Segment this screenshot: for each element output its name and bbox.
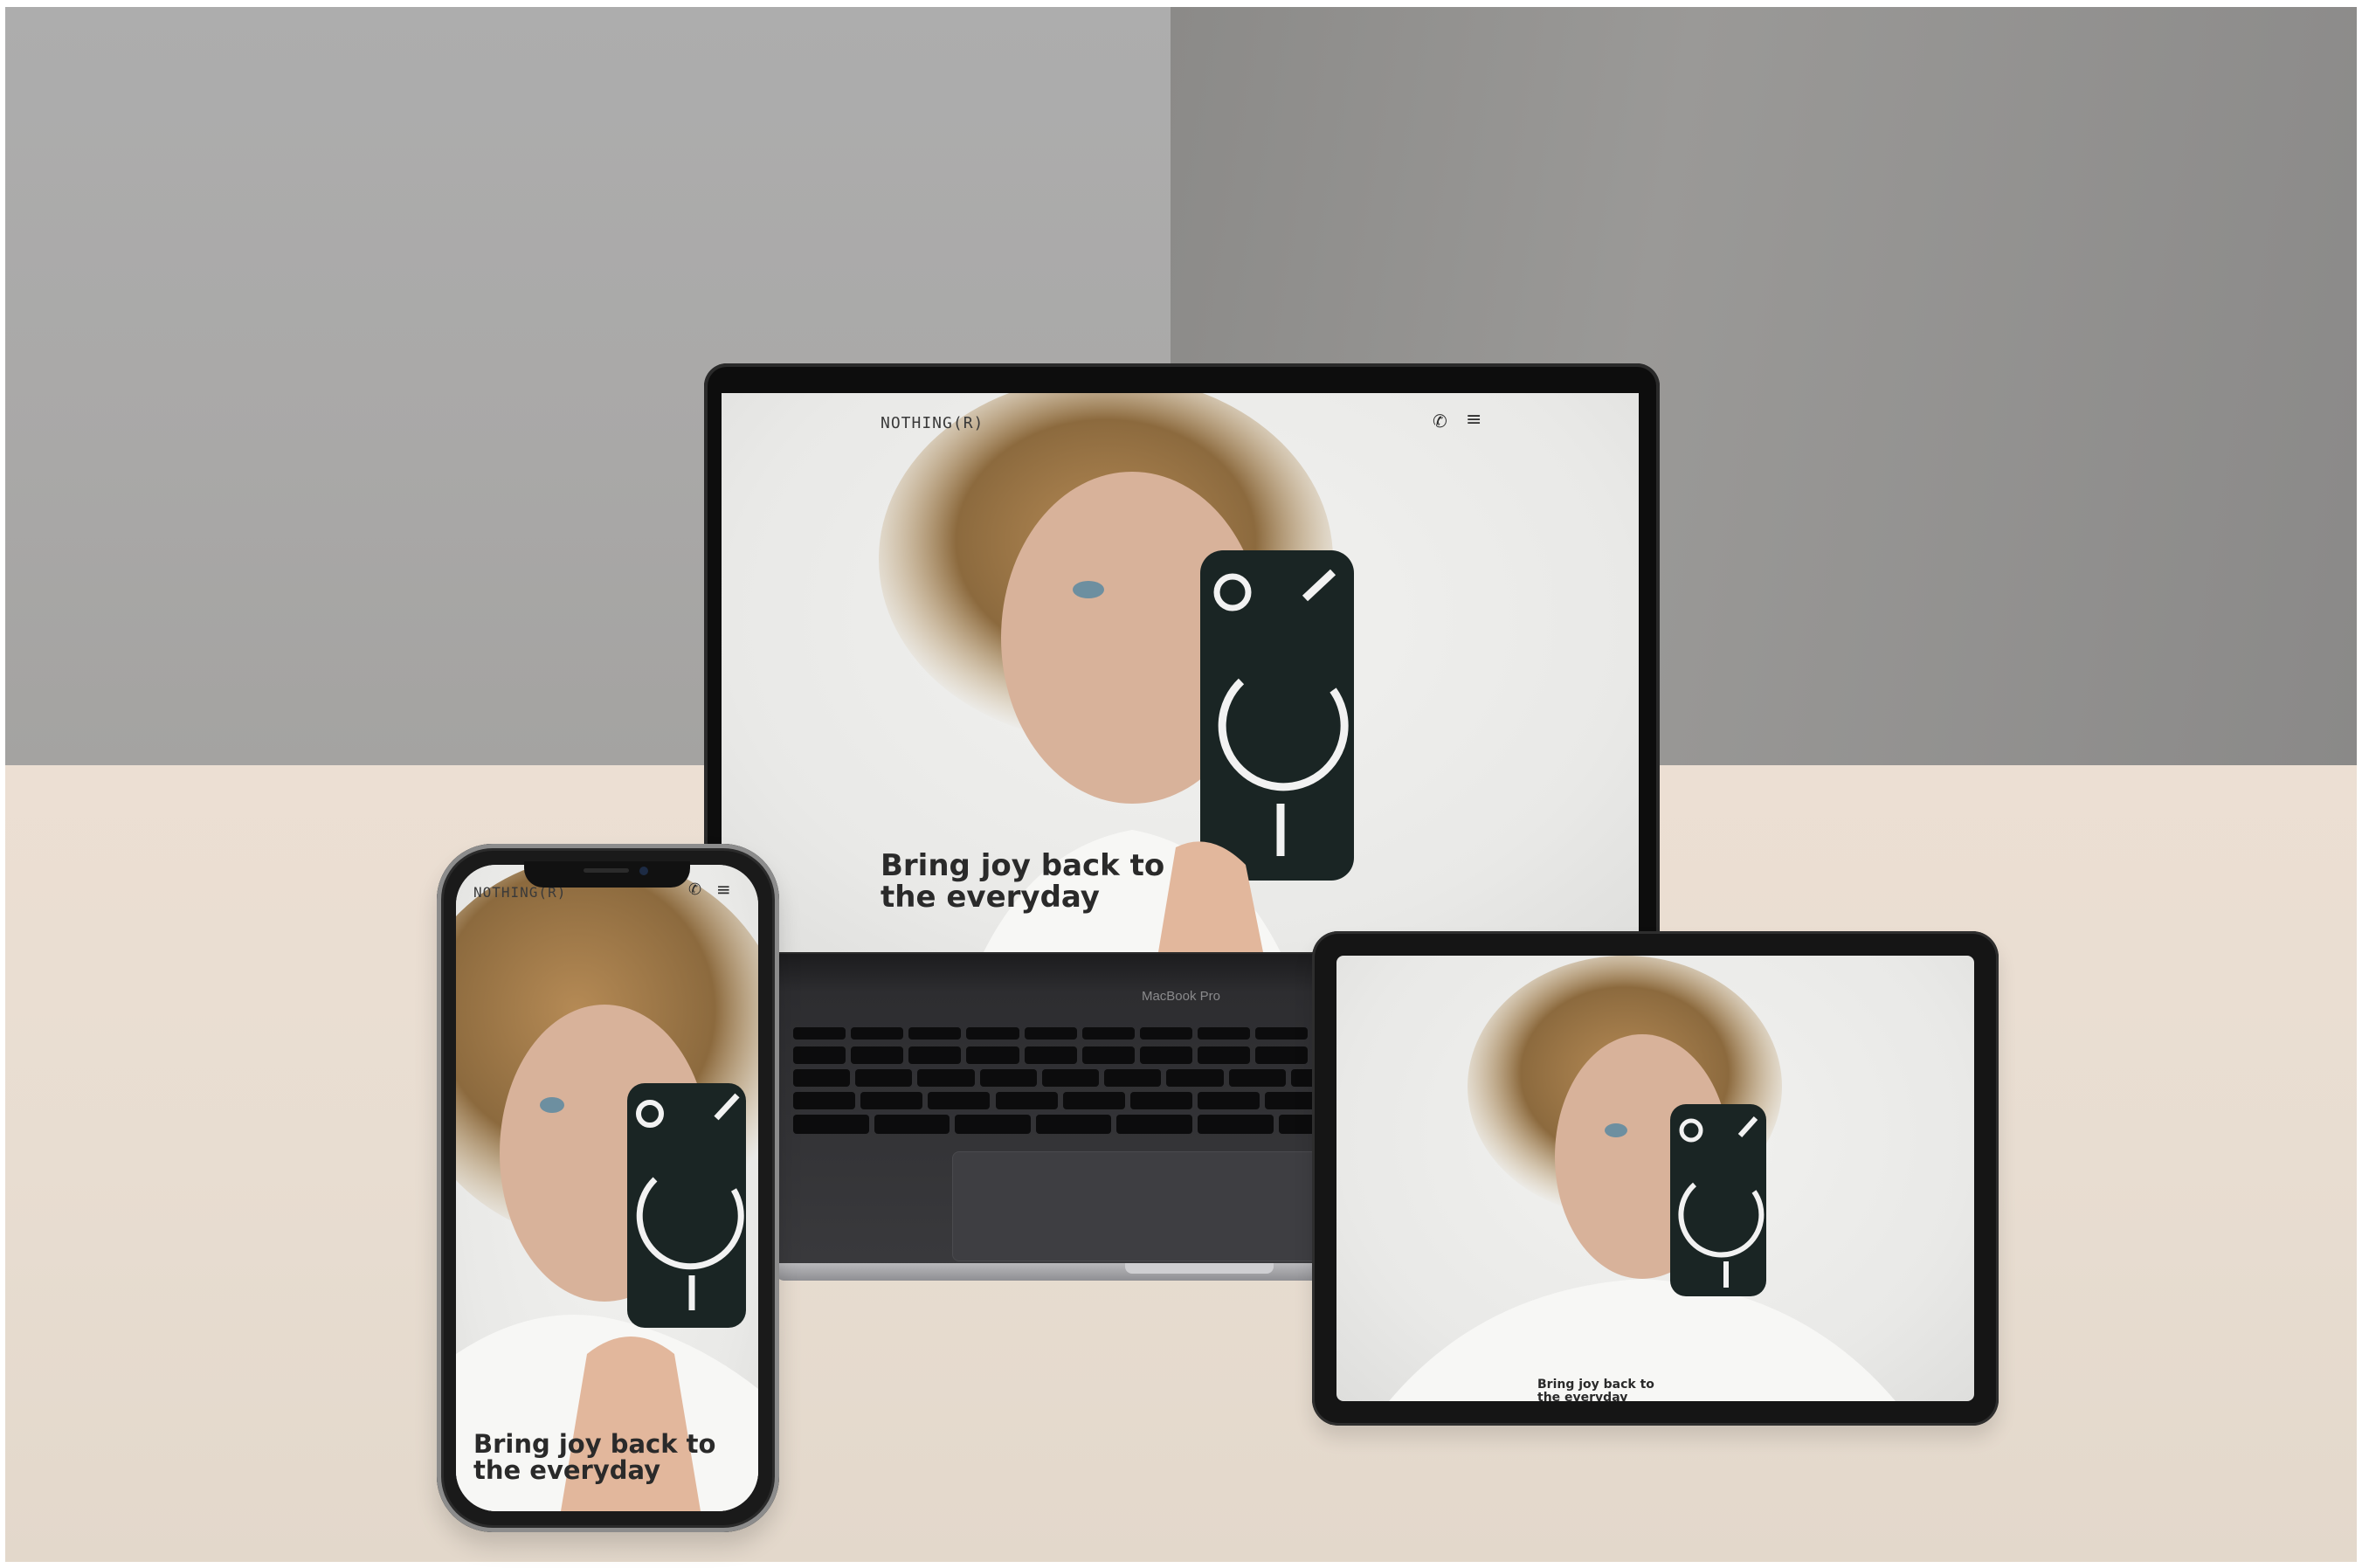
keyboard-key — [908, 1027, 962, 1040]
keyboard-key — [966, 1027, 1019, 1040]
keyboard-key — [1035, 1115, 1112, 1134]
keyboard-key — [1198, 1115, 1274, 1134]
keyboard-key — [1104, 1069, 1162, 1087]
keyboard-key — [851, 1046, 904, 1064]
keyboard-key — [1081, 1027, 1135, 1040]
keyboard-key — [860, 1092, 923, 1109]
hero-headline: Bring joy back to the everyday — [473, 1431, 715, 1484]
keyboard-key — [793, 1115, 869, 1134]
phone-screen: NOTHING(R) ✆ ≡ Bring joy back to the eve… — [456, 865, 758, 1511]
phone-front-camera — [639, 867, 648, 875]
keyboard-key — [1081, 1046, 1135, 1064]
keyboard-key — [1041, 1069, 1100, 1087]
keyboard-key — [1139, 1027, 1192, 1040]
keyboard-key — [1166, 1069, 1224, 1087]
keyboard-key — [793, 1027, 846, 1040]
keyboard-key — [1062, 1092, 1125, 1109]
menu-icon[interactable]: ≡ — [1466, 409, 1481, 431]
hero-image — [456, 865, 758, 1511]
keyboard-key — [1139, 1046, 1192, 1064]
hero-illustration — [879, 393, 1354, 952]
keyboard-key — [955, 1115, 1031, 1134]
hero-headline: Bring joy back to the everyday — [1537, 1378, 1654, 1401]
laptop-open-notch — [1125, 1263, 1274, 1274]
hero-headline: Bring joy back to the everyday — [881, 848, 1165, 915]
headline-line-2: the everyday — [473, 1455, 661, 1486]
phone-speaker — [584, 868, 629, 873]
keyboard-key — [874, 1115, 950, 1134]
headline-line-1: Bring joy back to — [473, 1429, 716, 1459]
headline-line-1: Bring joy back to — [1537, 1378, 1654, 1392]
keyboard-key — [1116, 1115, 1192, 1134]
keyboard-key — [851, 1027, 904, 1040]
keyboard-key — [855, 1069, 913, 1087]
keyboard-key — [995, 1092, 1058, 1109]
keyboard-key — [1198, 1092, 1260, 1109]
keyboard-key — [793, 1092, 856, 1109]
keyboard-key — [1024, 1027, 1077, 1040]
keyboard-key — [966, 1046, 1019, 1064]
brand-logo[interactable]: NOTHING(R) — [881, 414, 984, 432]
phone-icon[interactable]: ✆ — [1433, 411, 1447, 432]
keyboard-key — [1255, 1027, 1309, 1040]
headline-line-1: Bring joy back to — [881, 848, 1165, 883]
hero-illustration — [1389, 956, 1896, 1401]
menu-icon[interactable]: ≡ — [716, 879, 731, 900]
hero-image — [722, 393, 1639, 952]
laptop-model-label: MacBook Pro — [1141, 989, 1221, 1004]
keyboard-key — [1198, 1027, 1251, 1040]
hero-image — [1336, 956, 1974, 1401]
headline-line-2: the everyday — [881, 879, 1100, 915]
keyboard-key — [1255, 1046, 1309, 1064]
laptop-screen: NOTHING(R) ✆ ≡ Bring joy back to the eve… — [722, 393, 1639, 952]
keyboard-key — [1024, 1046, 1077, 1064]
keyboard-key — [1228, 1069, 1286, 1087]
keyboard-key — [979, 1069, 1037, 1087]
tablet-screen: Bring joy back to the everyday — [1336, 956, 1974, 1401]
phone-notch — [524, 861, 690, 888]
keyboard-key — [793, 1069, 851, 1087]
keyboard-key — [928, 1092, 991, 1109]
keyboard-key — [908, 1046, 962, 1064]
headline-line-2: the everyday — [1537, 1390, 1628, 1401]
keyboard-key — [793, 1046, 846, 1064]
laptop-trackpad — [952, 1151, 1321, 1261]
keyboard-key — [917, 1069, 975, 1087]
keyboard-key — [1129, 1092, 1192, 1109]
hero-illustration — [456, 865, 758, 1511]
phone-icon[interactable]: ✆ — [688, 881, 701, 899]
keyboard-key — [1198, 1046, 1251, 1064]
